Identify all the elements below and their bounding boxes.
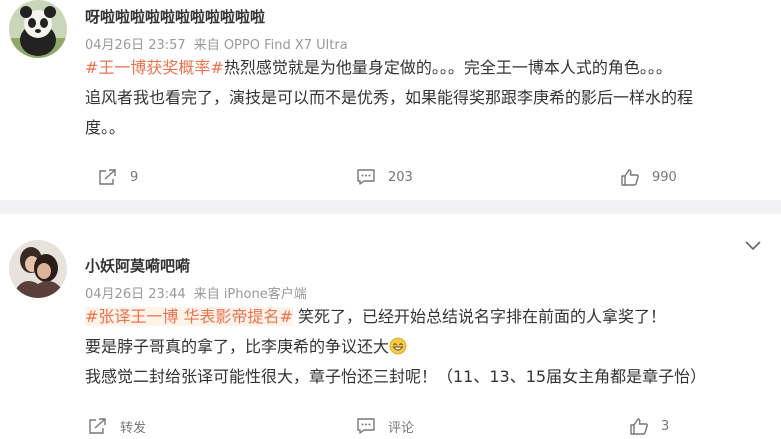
hashtag-link[interactable]: #张译王一博 华表影帝提名# — [85, 307, 293, 326]
panda-avatar-image — [9, 0, 67, 58]
share-label: 转发 — [120, 420, 147, 436]
grinning-emoji — [389, 337, 407, 355]
hashtag-link[interactable]: #王一博获奖概率# — [85, 58, 224, 77]
text-line: 要是脖子哥真的拿了，比李庚希的争议还大 — [85, 337, 390, 356]
text-line: 度。。 — [85, 118, 126, 137]
couple-avatar-image — [9, 240, 67, 298]
post-date[interactable]: 04月26日 23:44 — [85, 287, 186, 302]
share-icon — [99, 169, 116, 185]
comment-icon — [357, 169, 375, 185]
post-meta: 04月26日 23:44 来自 iPhone客户端 — [85, 283, 307, 302]
thumbs-up-icon — [630, 418, 648, 435]
post-separator — [0, 200, 781, 214]
like-button[interactable]: 3 — [629, 413, 669, 439]
share-button[interactable]: 9 — [98, 164, 138, 190]
username[interactable]: 呀啦啦啦啦啦啦啦啦啦啦啦 — [85, 6, 265, 27]
avatar[interactable] — [9, 240, 67, 298]
weibo-post: 呀啦啦啦啦啦啦啦啦啦啦啦 04月26日 23:57 来自 OPPO Find X7… — [0, 0, 781, 200]
text-line: 笑死了，已经开始总结说名字排在前面的人拿奖了！ — [292, 307, 666, 326]
chevron-down-icon[interactable] — [743, 238, 763, 252]
thumbs-up-icon — [621, 169, 639, 186]
comment-icon — [357, 418, 375, 434]
comment-button[interactable]: 203 — [356, 164, 413, 190]
post-text: #王一博获奖概率#热烈感觉就是为他量身定做的。。。完全王一博本人式的角色。。。 … — [85, 53, 693, 143]
post-date[interactable]: 04月26日 23:57 — [85, 38, 186, 53]
post-source: 来自 OPPO Find X7 Ultra — [193, 38, 348, 53]
username[interactable]: 小妖阿莫嗬吧嗬 — [85, 255, 190, 276]
like-button[interactable]: 990 — [620, 164, 677, 190]
action-bar: 9 203 990 — [0, 164, 781, 190]
action-bar: 转发 评论 3 — [0, 413, 781, 439]
share-count: 9 — [130, 169, 139, 185]
text-line: 热烈感觉就是为他量身定做的。。。完全王一博本人式的角色。。。 — [223, 58, 672, 77]
like-count: 3 — [661, 418, 670, 434]
share-icon — [89, 418, 106, 434]
comment-count: 203 — [388, 169, 413, 185]
like-count: 990 — [652, 169, 677, 185]
weibo-post: 小妖阿莫嗬吧嗬 04月26日 23:44 来自 iPhone客户端 #张译王一博 … — [0, 214, 781, 437]
post-meta: 04月26日 23:57 来自 OPPO Find X7 Ultra — [85, 34, 348, 53]
post-text: #张译王一博 华表影帝提名# 笑死了，已经开始总结说名字排在前面的人拿奖了！ 要… — [85, 302, 706, 392]
post-source: 来自 iPhone客户端 — [193, 287, 307, 302]
comment-button[interactable]: 评论 — [356, 413, 414, 439]
share-button[interactable]: 转发 — [88, 413, 146, 439]
text-line: 我感觉二封给张译可能性很大，章子怡还三封呢！（11、13、15届女主角都是章子怡… — [85, 367, 707, 386]
text-line: 追风者我也看完了，演技是可以而不是优秀，如果能得奖那跟李庚希的影后一样水的程 — [85, 88, 694, 107]
comment-label: 评论 — [388, 420, 415, 436]
avatar[interactable] — [9, 0, 67, 58]
